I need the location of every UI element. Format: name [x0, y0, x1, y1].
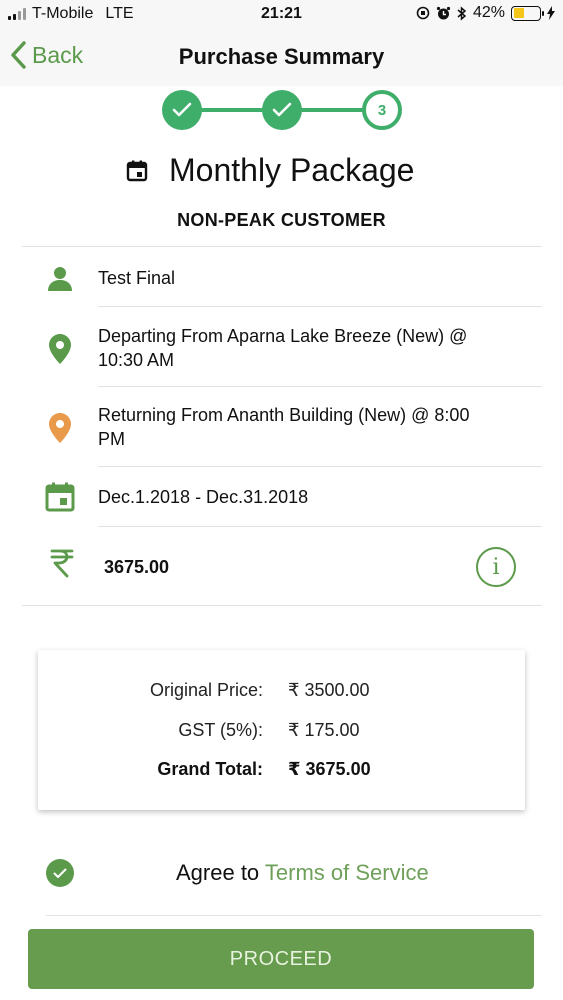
customer-type: NON-PEAK CUSTOMER: [177, 210, 386, 230]
step-connector: [198, 108, 268, 112]
info-icon[interactable]: i: [476, 547, 516, 587]
agree-prefix: Agree to: [176, 860, 265, 885]
person-icon-wrap: [22, 265, 98, 291]
alarm-icon: [436, 6, 451, 19]
returning-line-1: Returning From Ananth Building (New) @ 8…: [98, 405, 470, 425]
divider: [98, 526, 542, 527]
grand-total-row: Grand Total: ₹ 3675.00: [38, 759, 525, 783]
page-title: Purchase Summary: [178, 44, 385, 69]
departing-line-1: Departing From Aparna Lake Breeze (New) …: [98, 326, 468, 346]
price-breakdown-card: Original Price: ₹ 3500.00 GST (5%): ₹ 17…: [38, 650, 525, 810]
grand-total-value: ₹ 3675.00: [288, 759, 371, 779]
rotation-lock-icon: [416, 6, 430, 20]
dates-row: Dec.1.2018 - Dec.31.2018: [22, 482, 542, 512]
package-title: Monthly Package: [169, 152, 415, 188]
step-2-completed: [262, 90, 302, 130]
check-icon: [53, 868, 67, 878]
step-connector: [298, 108, 368, 112]
divider: [22, 605, 542, 606]
battery-icon: [511, 5, 544, 21]
divider: [98, 466, 542, 467]
departing-line-2: 10:30 AM: [98, 350, 175, 370]
check-icon: [172, 102, 192, 117]
agree-checkbox[interactable]: [46, 859, 74, 887]
original-price-value: ₹ 3500.00: [288, 680, 370, 700]
charging-icon: [547, 6, 555, 20]
gst-value: ₹ 175.00: [288, 720, 360, 740]
person-icon: [48, 267, 72, 291]
divider: [46, 915, 542, 916]
passenger-name: Test Final: [98, 268, 176, 288]
nav-bar: Back Purchase Summary: [0, 30, 563, 86]
status-bar: T-Mobile LTE 21:21 42%: [0, 0, 563, 30]
divider: [98, 306, 542, 307]
rupee-icon: [50, 549, 74, 578]
amount-row: 3675.00: [22, 548, 542, 579]
location-pin-icon: [49, 413, 71, 443]
dates-icon-wrap: [22, 482, 98, 512]
progress-stepper: 3: [160, 88, 406, 132]
departing-row: Departing From Aparna Lake Breeze (New) …: [22, 324, 542, 372]
total-amount: 3675.00: [104, 557, 170, 577]
bluetooth-icon: [457, 5, 467, 21]
gst-label: GST (5%):: [178, 720, 263, 740]
battery-fill: [513, 8, 524, 18]
gst-row: GST (5%): ₹ 175.00: [38, 720, 525, 744]
divider: [98, 386, 542, 387]
returning-line-2: PM: [98, 429, 125, 449]
departing-text: Departing From Aparna Lake Breeze (New) …: [98, 324, 467, 372]
original-price-row: Original Price: ₹ 3500.00: [38, 680, 525, 704]
calendar-icon: [45, 482, 75, 512]
returning-text: Returning From Ananth Building (New) @ 8…: [98, 403, 469, 451]
step-1-completed: [162, 90, 202, 130]
passenger-row: Test Final: [22, 265, 542, 291]
date-range: Dec.1.2018 - Dec.31.2018: [98, 487, 309, 507]
agree-text: Agree to Terms of Service: [176, 860, 429, 886]
step-3-current: 3: [362, 90, 402, 130]
proceed-button[interactable]: PROCEED: [28, 929, 534, 989]
returning-icon-wrap: [22, 403, 98, 443]
location-pin-icon: [49, 334, 71, 364]
divider: [22, 246, 542, 247]
status-right: 42%: [416, 4, 555, 22]
amount-icon-wrap: [22, 548, 98, 578]
terms-of-service-link[interactable]: Terms of Service: [265, 860, 429, 885]
departing-icon-wrap: [22, 324, 98, 364]
terms-agreement: Agree to Terms of Service: [46, 857, 544, 889]
returning-row: Returning From Ananth Building (New) @ 8…: [22, 403, 542, 451]
grand-total-label: Grand Total:: [157, 759, 263, 779]
check-icon: [272, 102, 292, 117]
calendar-icon: [126, 160, 148, 181]
battery-percent: 42%: [472, 4, 505, 21]
package-header: Monthly Package: [125, 152, 414, 189]
original-price-label: Original Price:: [149, 680, 263, 700]
